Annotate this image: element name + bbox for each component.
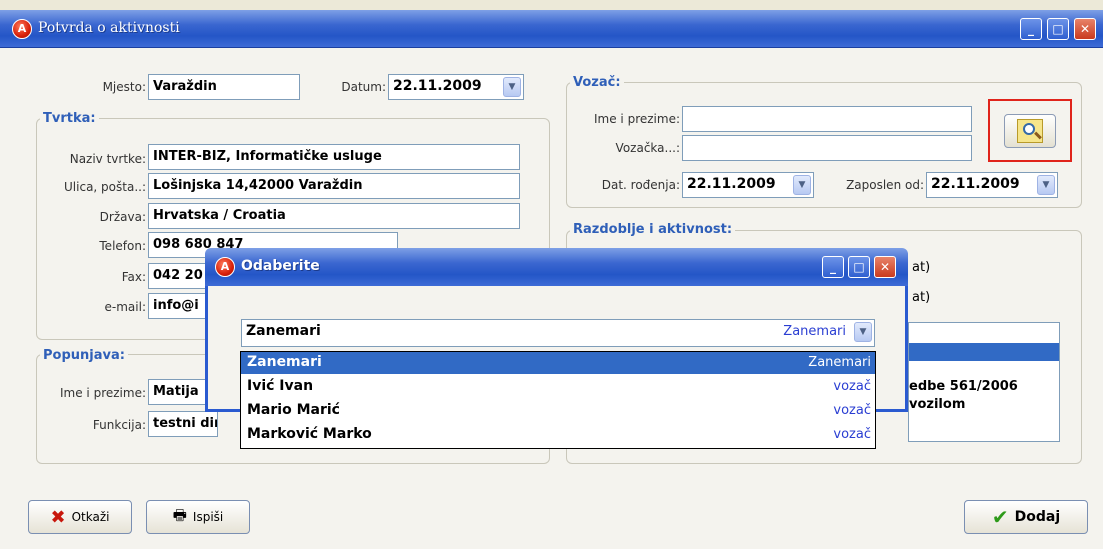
window-title: Potvrda o aktivnosti: [38, 20, 180, 36]
zaposlen-value: 22.11.2009: [931, 176, 1020, 192]
vozacka-label: Vozačka...:: [615, 141, 680, 155]
drzava-label: Država:: [99, 210, 146, 224]
drzava-field[interactable]: Hrvatska / Croatia: [148, 203, 520, 229]
dropdown-option-name: Ivić Ivan: [247, 378, 314, 394]
razdoblje-group-title: Razdoblje i aktivnost:: [570, 222, 736, 237]
dropdown-option-role: Zanemari: [808, 355, 871, 370]
print-button-label: Ispiši: [192, 510, 224, 524]
dat-rodenja-picker[interactable]: 22.11.2009 ▼: [682, 172, 814, 198]
aktivnost-list[interactable]: edbe 561/2006 vozilom: [908, 322, 1060, 442]
app-logo-icon: A: [12, 19, 32, 39]
mjesto-field[interactable]: Varaždin: [148, 74, 300, 100]
checkmark-icon: ✔: [991, 505, 1009, 529]
print-button[interactable]: 🖶 Ispiši: [146, 500, 250, 534]
chevron-down-icon[interactable]: ▼: [503, 77, 521, 97]
vozac-group-title: Vozač:: [570, 75, 624, 90]
dialog-maximize-icon[interactable]: □: [848, 256, 870, 278]
dropdown-option-role: vozač: [833, 427, 871, 442]
datum-value: 22.11.2009: [393, 78, 482, 94]
razdoblje-line2: at): [912, 290, 931, 305]
aktivnost-text2: vozilom: [909, 397, 966, 412]
maximize-icon[interactable]: □: [1047, 18, 1069, 40]
window-titlebar: A Potvrda o aktivnosti _ □ ✕: [0, 10, 1103, 48]
popunjava-ime-label: Ime i prezime:: [60, 386, 146, 400]
aktivnost-text1: edbe 561/2006: [909, 379, 1018, 394]
mjesto-label: Mjesto:: [102, 80, 146, 94]
printer-icon: 🖶: [172, 505, 187, 524]
datum-label: Datum:: [341, 80, 386, 94]
chevron-down-icon[interactable]: ▼: [1037, 175, 1055, 195]
magnifier-icon: [1017, 119, 1043, 143]
popunjava-group-title: Popunjava:: [40, 348, 128, 363]
dropdown-option-role: vozač: [833, 403, 871, 418]
dropdown-option[interactable]: Marković Marko vozač: [241, 424, 875, 446]
zaposlen-label: Zaposlen od:: [846, 178, 924, 192]
dropdown-option-name: Zanemari: [247, 354, 322, 370]
dialog-minimize-icon[interactable]: _: [822, 256, 844, 278]
telefon-label: Telefon:: [99, 239, 146, 253]
email-label: e-mail:: [104, 300, 146, 314]
aktivnost-selected-row[interactable]: [909, 343, 1059, 361]
tvrtka-group-title: Tvrtka:: [40, 111, 99, 126]
add-button-label: Dodaj: [1014, 509, 1061, 525]
fax-label: Fax:: [121, 270, 146, 284]
dropdown-option-name: Marković Marko: [247, 426, 372, 442]
add-button[interactable]: ✔ Dodaj: [964, 500, 1088, 534]
dropdown-option-name: Mario Marić: [247, 402, 340, 418]
cross-icon: ✖: [50, 506, 66, 528]
dialog-titlebar: A Odaberite _ □ ✕: [205, 248, 908, 286]
dropdown-option[interactable]: Zanemari Zanemari: [241, 352, 875, 374]
close-icon[interactable]: ✕: [1074, 18, 1096, 40]
minimize-icon[interactable]: _: [1020, 18, 1042, 40]
dialog-combo-value: Zanemari: [246, 323, 321, 339]
dialog-combo[interactable]: Zanemari Zanemari ▼: [241, 319, 875, 347]
funkcija-field[interactable]: testni direk: [148, 411, 218, 437]
dropdown-option[interactable]: Ivić Ivan vozač: [241, 376, 875, 398]
cancel-button[interactable]: ✖ Otkaži: [28, 500, 132, 534]
naziv-label: Naziv tvrtke:: [69, 152, 146, 166]
dialog-close-icon[interactable]: ✕: [874, 256, 896, 278]
dat-rodenja-label: Dat. rođenja:: [601, 178, 680, 192]
zaposlen-picker[interactable]: 22.11.2009 ▼: [926, 172, 1058, 198]
funkcija-label: Funkcija:: [92, 418, 146, 432]
cancel-button-label: Otkaži: [71, 510, 110, 524]
chevron-down-icon[interactable]: ▼: [793, 175, 811, 195]
vozac-ime-field[interactable]: [682, 106, 972, 132]
driver-search-button[interactable]: [1004, 114, 1056, 148]
dialog-combo-role: Zanemari: [783, 324, 846, 339]
datum-picker[interactable]: 22.11.2009 ▼: [388, 74, 524, 100]
naziv-field[interactable]: INTER-BIZ, Informatičke usluge: [148, 144, 520, 170]
dialog-dropdown-list[interactable]: Zanemari Zanemari Ivić Ivan vozač Mario Mari…: [240, 351, 876, 449]
dropdown-option-role: vozač: [833, 379, 871, 394]
vozacka-field[interactable]: [682, 135, 972, 161]
vozac-ime-label: Ime i prezime:: [594, 112, 680, 126]
ulica-field[interactable]: Lošinjska 14,42000 Varaždin: [148, 173, 520, 199]
dialog-title: Odaberite: [241, 258, 320, 274]
ulica-label: Ulica, pošta..:: [64, 180, 146, 194]
chevron-down-icon[interactable]: ▼: [854, 322, 872, 342]
dropdown-option[interactable]: Mario Marić vozač: [241, 400, 875, 422]
razdoblje-line1: at): [912, 260, 931, 275]
dialog-logo-icon: A: [215, 257, 235, 277]
dat-rodenja-value: 22.11.2009: [687, 176, 776, 192]
